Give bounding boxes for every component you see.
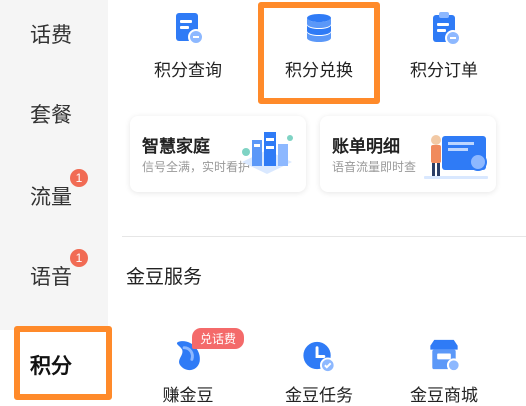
points-exchange-button[interactable]: 积分兑换 [259,6,379,86]
sidebar-item-label: 语音 [30,265,72,289]
document-query-icon [176,13,204,45]
points-query-button[interactable]: 积分查询 [128,6,248,86]
grid-item-label: 积分查询 [154,61,222,81]
clipboard-order-icon [433,12,461,46]
card-subtitle: 语音流量即时查 [332,160,417,174]
smart-home-illustration [242,132,293,174]
sidebar-item-label: 套餐 [30,103,72,127]
sidebar-item-points[interactable]: 积分 [0,330,108,400]
sidebar-item-voice[interactable]: 语音 1 [0,246,108,306]
database-coins-icon [307,14,331,42]
notification-badge: 1 [70,169,88,187]
sidebar-item-plan[interactable]: 套餐 [0,84,108,144]
card-title: 账单明细 [332,137,400,157]
bill-illustration [424,135,488,179]
grid-item-label: 积分订单 [410,61,478,81]
section-divider [122,236,526,237]
notification-badge: 1 [70,249,88,267]
sidebar-item-label: 话费 [30,23,72,47]
bill-detail-card[interactable]: 账单明细 语音流量即时查 [320,116,496,192]
bean-tasks-button[interactable]: 金豆任务 [259,336,379,406]
bean-mall-button[interactable]: 金豆商城 [384,336,504,406]
card-title: 智慧家庭 [142,137,210,157]
sidebar-item-label: 积分 [30,354,72,378]
shop-icon [430,339,461,373]
grid-item-label: 积分兑换 [285,61,353,81]
sidebar-item-phone-bill[interactable]: 话费 [0,4,108,64]
section-title: 金豆服务 [126,266,203,288]
sidebar-item-label: 流量 [30,185,72,209]
grid-item-label: 金豆任务 [285,386,353,406]
grid-item-label: 赚金豆 [162,386,214,406]
category-sidebar: 话费 套餐 流量 1 语音 1 积分 [0,0,108,400]
sidebar-item-data[interactable]: 流量 1 [0,166,108,226]
grid-item-label: 金豆商城 [410,386,478,406]
smart-home-card[interactable]: 智慧家庭 信号全满，实时看护 [130,116,306,192]
points-order-button[interactable]: 积分订单 [384,6,504,86]
task-clock-icon [303,341,336,374]
promo-tag: 兑话费 [192,328,245,349]
